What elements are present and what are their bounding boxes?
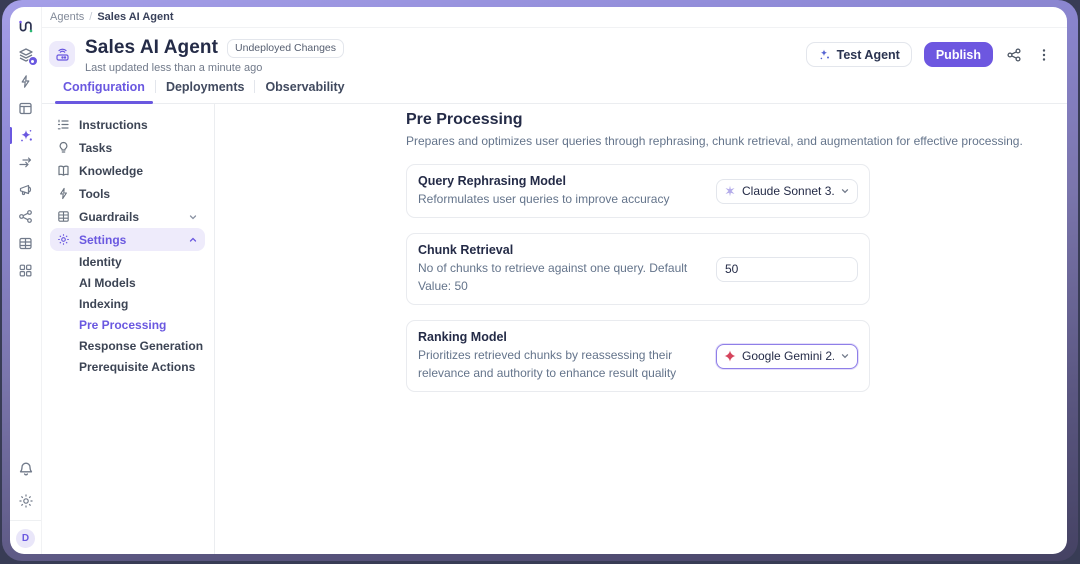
sidebar-child-label: Pre Processing (79, 317, 167, 332)
agent-badge (27, 56, 38, 66)
ranking-model-card: Ranking Model Prioritizes retrieved chun… (406, 320, 870, 392)
agent-avatar-icon (49, 41, 75, 67)
section-description: Prepares and optimizes user queries thro… (406, 134, 1023, 148)
sidebar-child-label: Prerequisite Actions (79, 359, 196, 374)
sidebar-label: Guardrails (79, 209, 140, 224)
breadcrumb-agents[interactable]: Agents (50, 11, 84, 23)
selected-model-text: Google Gemini 2.5 Flash (( (742, 349, 834, 364)
chevron-down-icon (840, 186, 850, 196)
unifyapps-logo[interactable] (13, 14, 39, 41)
sidebar-item-settings[interactable]: Settings (50, 228, 205, 251)
data-table-icon[interactable] (13, 230, 39, 257)
sidebar-label: Instructions (79, 117, 148, 132)
more-options-icon[interactable] (1035, 46, 1053, 64)
last-updated-text: Last updated less than a minute ago (85, 62, 263, 74)
test-agent-sparkle-icon (818, 48, 831, 61)
sidebar-label: Settings (79, 232, 127, 247)
sidebar-child-label: Identity (79, 254, 122, 269)
publish-label: Publish (935, 47, 981, 62)
publish-button[interactable]: Publish (923, 42, 993, 67)
card-description: Reformulates user queries to improve acc… (418, 192, 670, 206)
sidebar-item-prerequisite-actions[interactable]: Prerequisite Actions (50, 356, 205, 377)
undeployed-changes-badge: Undeployed Changes (227, 38, 345, 58)
tab-bar: Configuration Deployments Observability (42, 74, 1067, 104)
card-label: Ranking Model (418, 330, 507, 345)
workflow-arrows-icon[interactable] (13, 149, 39, 176)
breadcrumb-separator: / (89, 11, 93, 23)
content-column: Agents / Sales AI Agent Sales AI Agent U… (42, 7, 1067, 554)
user-avatar[interactable]: D (16, 529, 35, 548)
sidebar-item-tasks[interactable]: Tasks (50, 136, 205, 159)
ai-agents-sparkle-icon[interactable] (10, 122, 39, 149)
app-window: D Agents / Sales AI Agent Sales AI Agent… (10, 7, 1067, 554)
breadcrumb: Agents / Sales AI Agent (42, 7, 1067, 28)
config-sidebar: Instructions Tasks Knowledge Tools Guard… (42, 104, 215, 554)
sidebar-label: Tools (79, 186, 111, 201)
sidebar-item-pre-processing[interactable]: Pre Processing (50, 314, 205, 335)
main-panel: Pre Processing Prepares and optimizes us… (215, 104, 1067, 554)
sidebar-item-guardrails[interactable]: Guardrails (50, 205, 205, 228)
sidebar-child-label: AI Models (79, 275, 136, 290)
settings-gear-icon[interactable] (13, 487, 39, 514)
card-description: Prioritizes retrieved chunks by reassess… (418, 348, 677, 380)
tab-deployments[interactable]: Deployments (156, 80, 255, 103)
chevron-up-icon (188, 235, 198, 245)
test-agent-button[interactable]: Test Agent (805, 42, 912, 67)
chunk-retrieval-card: Chunk Retrieval No of chunks to retrieve… (406, 233, 870, 306)
sidebar-item-knowledge[interactable]: Knowledge (50, 159, 205, 182)
interfaces-panel-icon[interactable] (13, 95, 39, 122)
card-description: No of chunks to retrieve against one que… (418, 261, 688, 293)
stack-layers-icon[interactable] (13, 41, 39, 68)
active-rail-indicator (10, 127, 12, 144)
megaphone-icon[interactable] (13, 176, 39, 203)
lightbulb-icon (57, 141, 71, 154)
share-nodes-icon[interactable] (13, 203, 39, 230)
test-agent-label: Test Agent (836, 47, 900, 62)
notifications-bell-icon[interactable] (13, 455, 39, 482)
section-title: Pre Processing (406, 111, 523, 128)
sidebar-child-label: Response Generation (79, 338, 204, 353)
apps-grid-icon[interactable] (13, 257, 39, 284)
chevron-down-icon (840, 351, 850, 361)
page-title: Sales AI Agent (85, 37, 219, 58)
grid-icon (57, 210, 71, 223)
breadcrumb-current: Sales AI Agent (97, 11, 174, 23)
book-icon (57, 164, 71, 177)
sidebar-item-instructions[interactable]: Instructions (50, 113, 205, 136)
card-label: Query Rephrasing Model (418, 174, 566, 188)
page-header: Sales AI Agent Undeployed Changes Last u… (42, 28, 1067, 74)
query-rephrasing-model-select[interactable]: Claude Sonnet 3.5 (Bedr... (716, 178, 858, 204)
sidebar-item-response-generation[interactable]: Response Generation (50, 335, 205, 356)
gemini-model-icon (724, 350, 736, 362)
share-icon[interactable] (1005, 46, 1023, 64)
sidebar-label: Knowledge (79, 163, 144, 178)
selected-model-text: Claude Sonnet 3.5 (Bedr... (742, 184, 834, 199)
gear-icon (57, 233, 71, 246)
tab-observability[interactable]: Observability (255, 80, 354, 103)
numbered-list-icon (57, 118, 71, 131)
claude-model-icon (725, 185, 735, 197)
sidebar-label: Tasks (79, 140, 113, 155)
sidebar-item-indexing[interactable]: Indexing (50, 293, 205, 314)
sidebar-item-identity[interactable]: Identity (50, 251, 205, 272)
card-label: Chunk Retrieval (418, 243, 514, 258)
tab-configuration[interactable]: Configuration (53, 80, 155, 104)
ranking-model-select[interactable]: Google Gemini 2.5 Flash (( (716, 343, 858, 369)
icon-rail: D (10, 7, 42, 554)
bolt-icon (57, 187, 71, 200)
automation-bolt-icon[interactable] (13, 68, 39, 95)
sidebar-item-tools[interactable]: Tools (50, 182, 205, 205)
chunk-retrieval-input[interactable] (716, 256, 858, 282)
sidebar-child-label: Indexing (79, 296, 129, 311)
sidebar-item-ai-models[interactable]: AI Models (50, 272, 205, 293)
chevron-down-icon (188, 212, 198, 222)
query-rephrasing-model-card: Query Rephrasing Model Reformulates user… (406, 164, 870, 219)
